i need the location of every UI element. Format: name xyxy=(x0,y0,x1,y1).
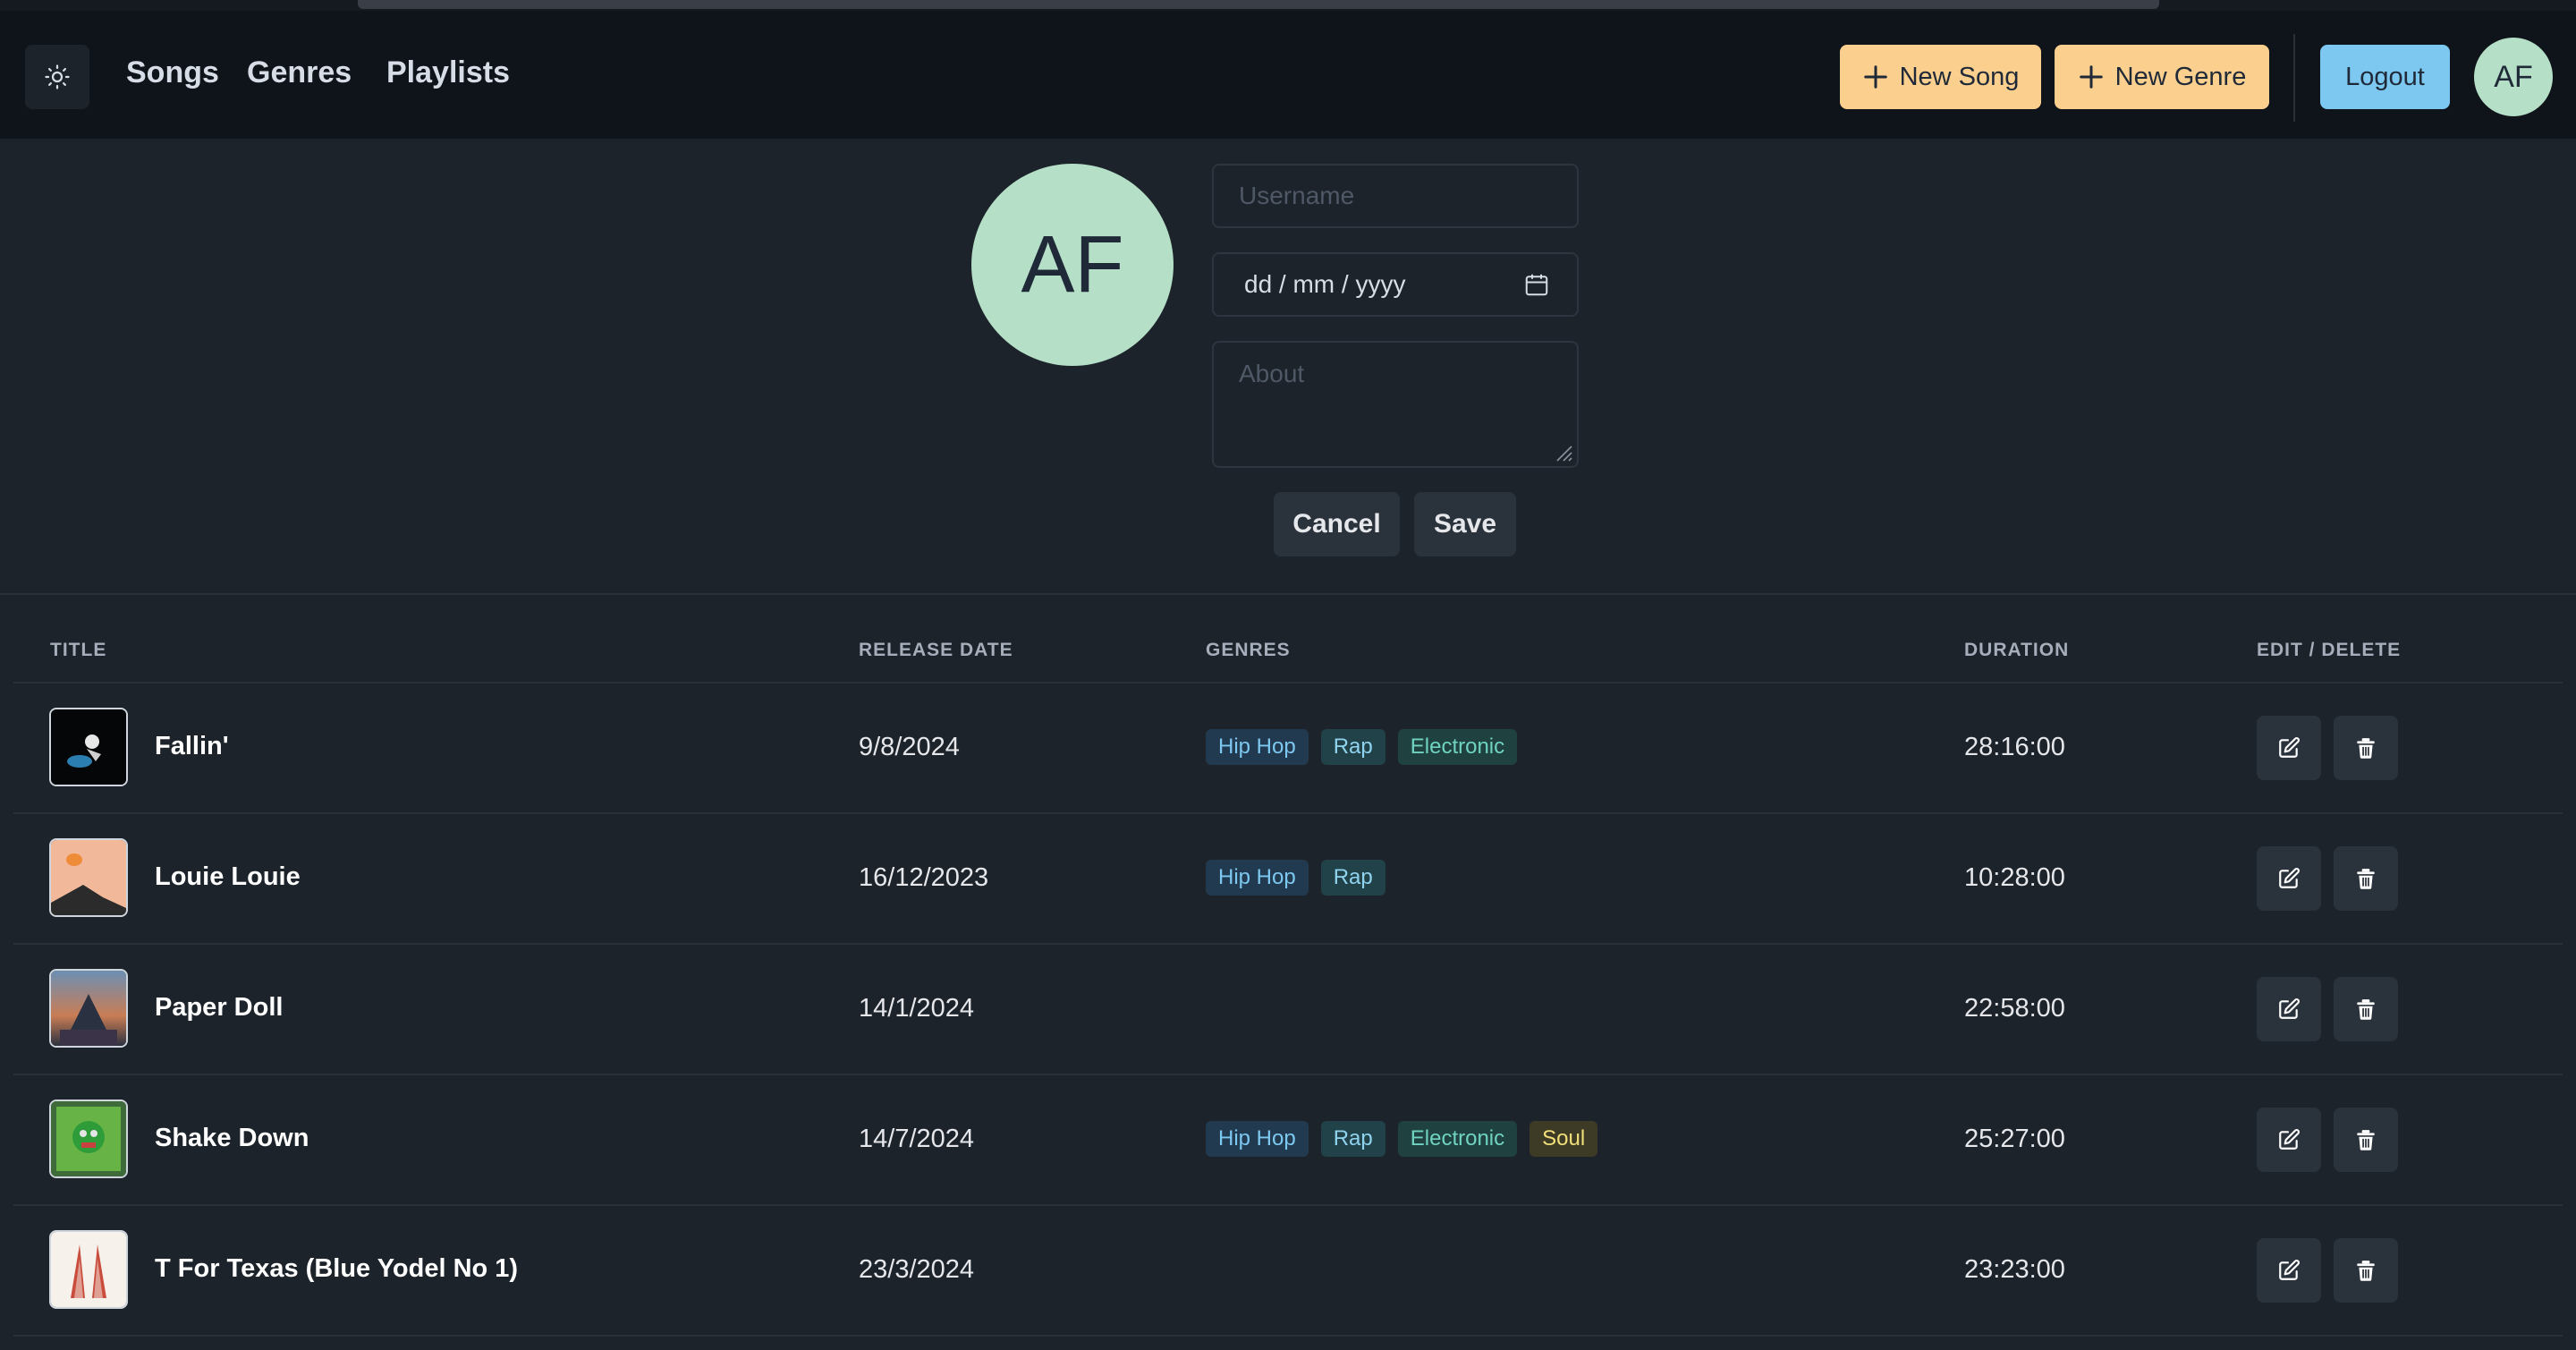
scroll-indicator xyxy=(358,0,2159,9)
genre-badge: Hip Hop xyxy=(1206,729,1309,765)
genre-badge: Soul xyxy=(1530,1121,1598,1157)
album-cover xyxy=(49,708,128,786)
song-title[interactable]: T For Texas (Blue Yodel No 1) xyxy=(155,1254,518,1284)
browser-top-strip xyxy=(0,0,2576,11)
edit-button[interactable] xyxy=(2257,977,2321,1041)
edit-button[interactable] xyxy=(2257,1238,2321,1303)
edit-icon xyxy=(2279,737,2300,758)
release-date: 9/8/2024 xyxy=(859,733,960,761)
edit-icon xyxy=(2279,998,2300,1019)
edit-icon xyxy=(2279,1260,2300,1280)
genre-badge: Rap xyxy=(1320,1121,1385,1157)
trash-icon xyxy=(2357,1261,2375,1281)
release-date: 14/1/2024 xyxy=(859,994,975,1023)
duration: 25:27:00 xyxy=(1964,1125,2065,1153)
username-input[interactable]: Username xyxy=(1212,164,1579,228)
delete-button[interactable] xyxy=(2334,1108,2398,1172)
genre-badge: Hip Hop xyxy=(1206,860,1309,896)
new-song-label: New Song xyxy=(1899,62,2020,91)
plus-icon xyxy=(1863,65,1887,89)
genre-list: Hip Hop Rap Electronic xyxy=(1206,729,1518,765)
genre-badge: Electronic xyxy=(1397,1121,1518,1157)
table-row[interactable]: Louie Louie 16/12/2023 Hip Hop Rap 10:28:00 xyxy=(13,814,2563,945)
album-cover xyxy=(49,838,128,917)
trash-icon xyxy=(2357,869,2375,889)
album-cover xyxy=(49,969,128,1048)
about-textarea[interactable]: About xyxy=(1212,341,1579,468)
nav-divider xyxy=(2293,34,2295,122)
album-cover xyxy=(49,1230,128,1309)
song-title[interactable]: Shake Down xyxy=(155,1124,309,1153)
logout-button[interactable]: Logout xyxy=(2320,45,2450,109)
duration: 23:23:00 xyxy=(1964,1255,2065,1284)
edit-icon xyxy=(2279,868,2300,888)
sun-icon xyxy=(45,64,70,89)
resize-handle-icon[interactable] xyxy=(1554,443,1573,463)
genre-badge: Rap xyxy=(1320,729,1385,765)
plus-icon xyxy=(2079,65,2103,89)
trash-icon xyxy=(2357,738,2375,759)
cancel-button[interactable]: Cancel xyxy=(1274,492,1400,556)
column-header-title[interactable]: TITLE xyxy=(50,640,106,661)
profile-avatar[interactable]: AF xyxy=(971,164,1174,366)
duration: 22:58:00 xyxy=(1964,994,2065,1023)
column-header-duration[interactable]: DURATION xyxy=(1964,640,2069,661)
new-genre-label: New Genre xyxy=(2114,62,2247,91)
column-header-actions: EDIT / DELETE xyxy=(2257,640,2402,660)
release-date: 14/7/2024 xyxy=(859,1125,975,1153)
navbar: Songs Genres Playlists New Song New Genr… xyxy=(0,11,2576,139)
about-placeholder: About xyxy=(1239,360,1305,387)
nav-link-playlists[interactable]: Playlists xyxy=(386,55,510,90)
date-value: dd / mm / yyyy xyxy=(1244,270,1406,298)
nav-link-genres[interactable]: Genres xyxy=(247,55,352,90)
user-avatar[interactable]: AF xyxy=(2474,38,2553,116)
release-date: 23/3/2024 xyxy=(859,1255,975,1284)
genre-badge: Rap xyxy=(1320,860,1385,896)
edit-icon xyxy=(2279,1129,2300,1150)
trash-icon xyxy=(2357,1130,2375,1150)
theme-toggle-button[interactable] xyxy=(25,45,89,109)
song-title[interactable]: Paper Doll xyxy=(155,993,283,1023)
new-song-button[interactable]: New Song xyxy=(1840,45,2041,109)
calendar-icon[interactable] xyxy=(1523,271,1550,298)
column-header-genres: GENRES xyxy=(1206,640,1291,660)
release-date: 16/12/2023 xyxy=(859,863,989,892)
duration: 28:16:00 xyxy=(1964,733,2065,761)
duration: 10:28:00 xyxy=(1964,863,2065,892)
table-row[interactable]: T For Texas (Blue Yodel No 1) 23/3/2024 23… xyxy=(13,1206,2563,1337)
save-button[interactable]: Save xyxy=(1414,492,1516,556)
song-title[interactable]: Louie Louie xyxy=(155,862,301,892)
section-divider xyxy=(0,593,2576,595)
delete-button[interactable] xyxy=(2334,1238,2398,1303)
table-row[interactable]: Paper Doll 14/1/2024 22:58:00 xyxy=(13,945,2563,1075)
genre-list: Hip Hop Rap Electronic Soul xyxy=(1206,1121,1598,1157)
birthdate-input[interactable]: dd / mm / yyyy xyxy=(1212,252,1579,317)
nav-link-songs[interactable]: Songs xyxy=(126,55,219,90)
trash-icon xyxy=(2357,999,2375,1020)
delete-button[interactable] xyxy=(2334,716,2398,780)
edit-button[interactable] xyxy=(2257,716,2321,780)
song-title[interactable]: Fallin' xyxy=(155,732,229,761)
table-row[interactable]: Shake Down 14/7/2024 Hip Hop Rap Electronic S… xyxy=(13,1075,2563,1206)
column-header-release-date[interactable]: RELEASE DATE xyxy=(859,640,1013,661)
album-cover xyxy=(49,1100,128,1178)
genre-badge: Hip Hop xyxy=(1206,1121,1309,1157)
new-genre-button[interactable]: New Genre xyxy=(2055,45,2269,109)
edit-button[interactable] xyxy=(2257,1108,2321,1172)
delete-button[interactable] xyxy=(2334,977,2398,1041)
delete-button[interactable] xyxy=(2334,846,2398,911)
edit-button[interactable] xyxy=(2257,846,2321,911)
genre-badge: Electronic xyxy=(1397,729,1518,765)
table-row[interactable]: Fallin' 9/8/2024 Hip Hop Rap Electronic 28:16… xyxy=(13,683,2563,814)
genre-list: Hip Hop Rap xyxy=(1206,860,1385,896)
